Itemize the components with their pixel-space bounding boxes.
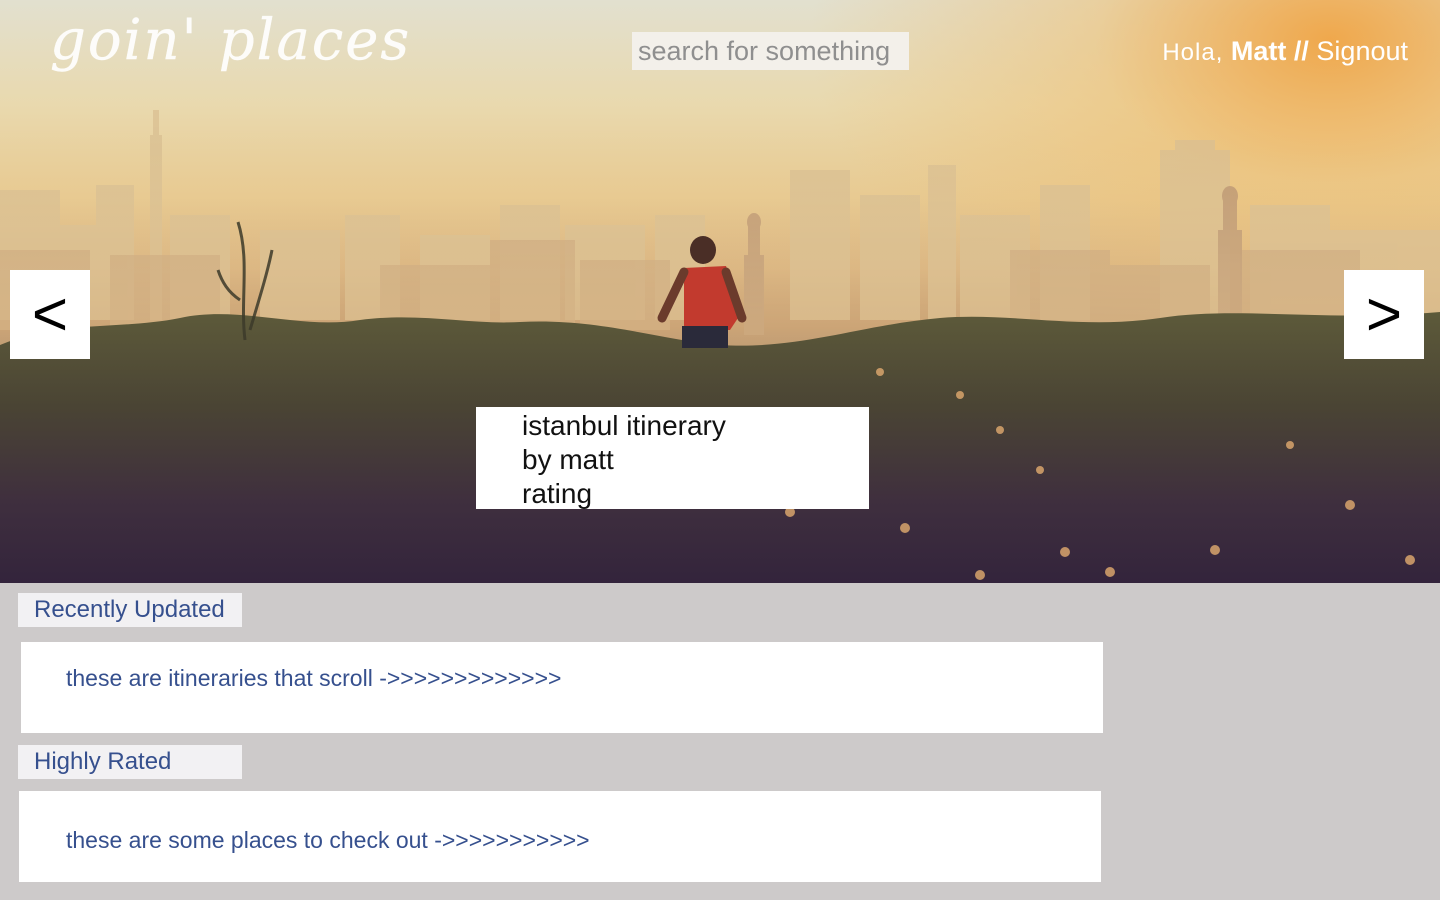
highly-rated-label: Highly Rated <box>18 745 242 779</box>
search-input[interactable] <box>632 32 909 70</box>
hero-banner: goin' places Hola, Matt // Signout < > i… <box>0 0 1440 583</box>
separator: // <box>1293 36 1309 66</box>
carousel-next-button[interactable]: > <box>1344 270 1424 359</box>
recently-updated-strip[interactable]: these are itineraries that scroll ->>>>>… <box>21 642 1103 733</box>
greeting-text: Hola, <box>1162 39 1224 66</box>
highly-rated-strip[interactable]: these are some places to check out ->>>>… <box>19 791 1101 882</box>
featured-itinerary-card[interactable]: istanbul itinerary by matt rating <box>476 407 869 509</box>
carousel-prev-button[interactable]: < <box>10 270 90 359</box>
signout-link[interactable]: Signout <box>1316 36 1408 66</box>
app-logo[interactable]: goin' places <box>50 8 411 73</box>
page: goin' places Hola, Matt // Signout < > i… <box>0 0 1440 900</box>
recently-updated-text: these are itineraries that scroll ->>>>>… <box>66 665 562 691</box>
highly-rated-text: these are some places to check out ->>>>… <box>66 827 590 853</box>
featured-title: istanbul itinerary <box>522 410 726 441</box>
user-name[interactable]: Matt <box>1231 36 1287 66</box>
featured-author: by matt <box>522 444 614 475</box>
user-bar: Hola, Matt // Signout <box>1162 36 1408 67</box>
recently-updated-label: Recently Updated <box>18 593 242 627</box>
featured-rating: rating <box>522 478 593 509</box>
